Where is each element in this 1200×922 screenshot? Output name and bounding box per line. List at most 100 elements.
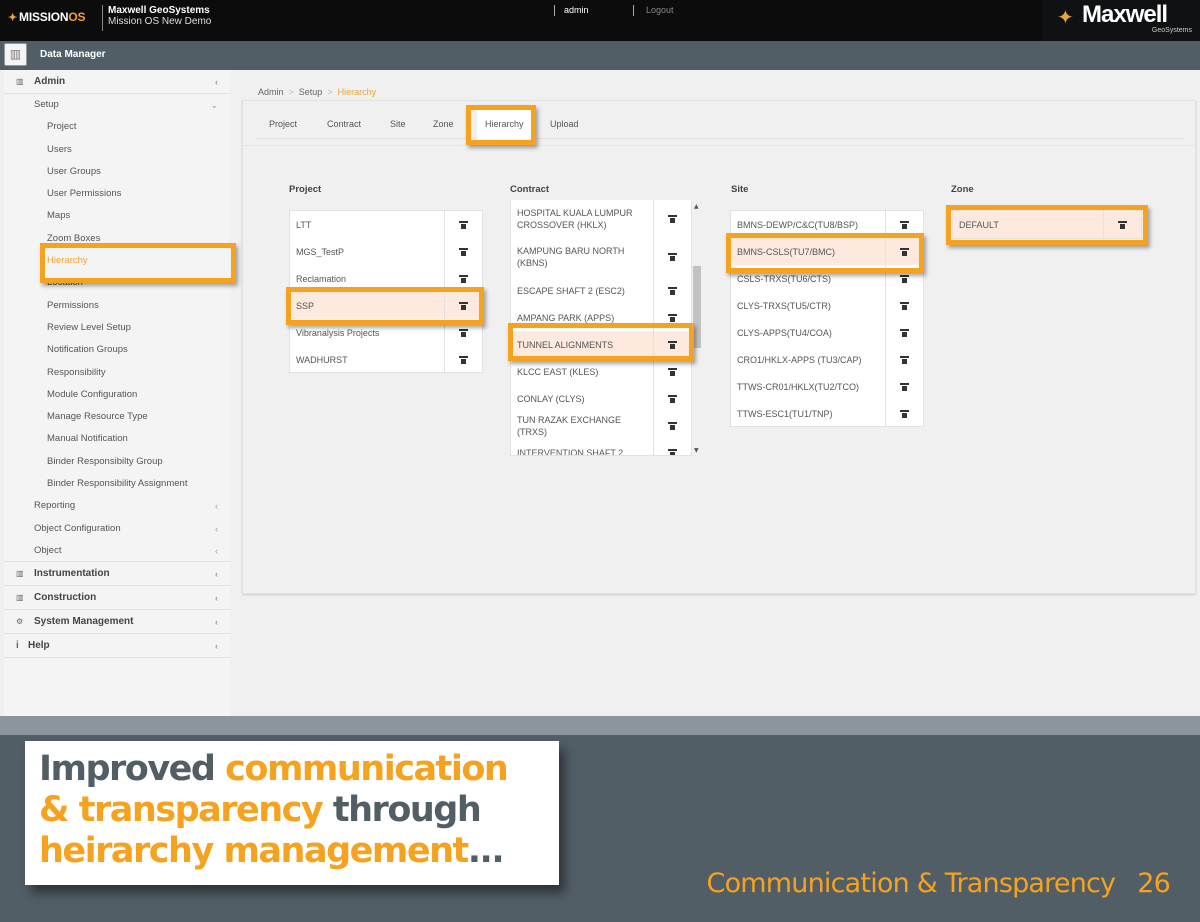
breadcrumb-hierarchy: Hierarchy [337, 87, 377, 97]
scroll-down-icon[interactable]: ▼ [694, 447, 699, 454]
list-item[interactable]: WADHURST [290, 346, 482, 372]
project-column-title: Project [289, 184, 322, 195]
delete-button[interactable] [653, 358, 691, 385]
module-title: Data Manager [40, 49, 106, 60]
sidebar-item-location[interactable]: Location [4, 272, 230, 294]
delete-button[interactable] [885, 265, 923, 292]
delete-button[interactable] [885, 292, 923, 319]
scroll-up-icon[interactable]: ▲ [694, 203, 699, 210]
list-item[interactable]: CRO1/HKLX-APPS (TU3/CAP) [731, 346, 923, 373]
sidebar-item-users[interactable]: Users [4, 139, 230, 161]
tab-hierarchy[interactable]: Hierarchy [477, 109, 532, 139]
scrollbar-thumb[interactable] [693, 266, 701, 348]
sidebar-item-system-management[interactable]: ⚙ System Management ‹ [4, 610, 230, 635]
sidebar-item-help[interactable]: i Help ‹ [4, 634, 230, 659]
tab-project[interactable]: Project [261, 109, 305, 139]
delete-button[interactable] [885, 238, 923, 265]
sidebar-item-binder-responsibility-assignment[interactable]: Binder Responsibility Assignment [4, 473, 230, 495]
sidebar-item-construction[interactable]: ▥ Construction ‹ [4, 586, 230, 611]
missionos-logo[interactable]: ✦ MISSIONOS [8, 10, 85, 24]
bar-chart-icon[interactable]: ▥ [4, 43, 27, 66]
delete-button[interactable] [1103, 211, 1141, 238]
sidebar-item-project[interactable]: Project [4, 116, 230, 138]
sidebar-item-reporting[interactable]: Reporting ‹ [4, 495, 230, 517]
sidebar-item-user-groups[interactable]: User Groups [4, 161, 230, 183]
delete-button[interactable] [653, 331, 691, 358]
list-item[interactable]: MGS_TestP [290, 238, 482, 265]
sidebar-item-user-permissions[interactable]: User Permissions [4, 183, 230, 205]
footer-title: Communication & Transparency [706, 868, 1117, 899]
trash-icon [900, 355, 909, 364]
list-item-selected[interactable]: TUNNEL ALIGNMENTS [511, 331, 691, 358]
delete-button[interactable] [444, 238, 482, 265]
breadcrumb-setup[interactable]: Setup [299, 87, 323, 97]
tab-zone[interactable]: Zone [425, 109, 462, 139]
list-item-selected[interactable]: BMNS-CSLS(TU7/BMC) [731, 238, 923, 265]
tab-upload[interactable]: Upload [542, 109, 587, 139]
list-item[interactable]: CLYS-TRXS(TU5/CTR) [731, 292, 923, 319]
breadcrumb-admin[interactable]: Admin [258, 87, 284, 97]
delete-button[interactable] [885, 211, 923, 238]
list-item[interactable]: CONLAY (CLYS) [511, 385, 691, 412]
list-item[interactable]: TTWS-ESC1(TU1/TNP) [731, 400, 923, 426]
delete-button[interactable] [653, 439, 691, 455]
list-item[interactable]: CSLS-TRXS(TU6/CTS) [731, 265, 923, 292]
sidebar-item-manage-resource-type[interactable]: Manage Resource Type [4, 406, 230, 428]
sidebar-item-setup[interactable]: Setup ⌄ [4, 94, 230, 116]
sidebar-item-module-configuration[interactable]: Module Configuration [4, 384, 230, 406]
sidebar-item-notification-groups[interactable]: Notification Groups [4, 339, 230, 361]
trash-icon [459, 274, 468, 283]
delete-button[interactable] [653, 200, 691, 237]
delete-button[interactable] [653, 385, 691, 412]
delete-button[interactable] [444, 346, 482, 372]
delete-button[interactable] [444, 211, 482, 238]
sidebar-item-instrumentation[interactable]: ▥ Instrumentation ‹ [4, 562, 230, 587]
delete-button[interactable] [653, 412, 691, 439]
delete-button[interactable] [885, 400, 923, 426]
list-item[interactable]: ESCAPE SHAFT 2 (ESC2) [511, 277, 691, 304]
list-item[interactable]: HOSPITAL KUALA LUMPUR CROSSOVER (HKLX) [511, 200, 691, 237]
list-item-selected[interactable]: DEFAULT [953, 211, 1141, 238]
delete-button[interactable] [444, 292, 482, 319]
delete-button[interactable] [885, 319, 923, 346]
list-item[interactable]: LTT [290, 211, 482, 238]
delete-button[interactable] [885, 373, 923, 400]
delete-button[interactable] [653, 304, 691, 331]
trash-icon [459, 328, 468, 337]
zone-list: DEFAULT [952, 210, 1142, 239]
list-item[interactable]: TUN RAZAK EXCHANGE (TRXS) [511, 412, 691, 439]
list-item[interactable]: CLYS-APPS(TU4/COA) [731, 319, 923, 346]
sidebar-item-binder-responsibility-group[interactable]: Binder Responsibilty Group [4, 451, 230, 473]
sidebar-item-responsibility[interactable]: Responsibility [4, 362, 230, 384]
tab-contract[interactable]: Contract [319, 109, 369, 139]
list-item[interactable]: Vibranalysis Projects [290, 319, 482, 346]
logout-link[interactable]: Logout [633, 5, 674, 16]
sidebar-item-zoom-boxes[interactable]: Zoom Boxes [4, 228, 230, 250]
delete-button[interactable] [444, 265, 482, 292]
sidebar-item-object[interactable]: Object ‹ [4, 540, 230, 563]
delete-button[interactable] [653, 277, 691, 304]
list-item[interactable]: BMNS-DEWP/C&C(TU8/BSP) [731, 211, 923, 238]
list-item[interactable]: AMPANG PARK (APPS) [511, 304, 691, 331]
sidebar-item-maps[interactable]: Maps [4, 205, 230, 227]
sidebar-item-hierarchy[interactable]: Hierarchy [4, 250, 230, 272]
sidebar-item-admin[interactable]: ▥ Admin ‹ [4, 70, 230, 94]
user-menu[interactable]: admin [554, 5, 589, 16]
sidebar-item-permissions[interactable]: Permissions [4, 295, 230, 317]
delete-button[interactable] [444, 319, 482, 346]
delete-button[interactable] [885, 346, 923, 373]
list-item[interactable]: KAMPUNG BARU NORTH (KBNS) [511, 237, 691, 277]
tab-site[interactable]: Site [382, 109, 414, 139]
sidebar-item-manual-notification[interactable]: Manual Notification [4, 428, 230, 450]
sidebar-item-object-configuration[interactable]: Object Configuration ‹ [4, 518, 230, 540]
trash-icon [900, 247, 909, 256]
list-item[interactable]: Reclamation [290, 265, 482, 292]
bar-chart-icon: ▥ [16, 77, 24, 86]
list-item-selected[interactable]: SSP [290, 292, 482, 319]
delete-button[interactable] [653, 237, 691, 277]
list-item[interactable]: INTERVENTION SHAFT 2 [511, 439, 691, 455]
list-item[interactable]: KLCC EAST (KLES) [511, 358, 691, 385]
contract-scrollbar[interactable]: ▲ ▼ [692, 200, 704, 456]
list-item[interactable]: TTWS-CR01/HKLX(TU2/TCO) [731, 373, 923, 400]
sidebar-item-review-level-setup[interactable]: Review Level Setup [4, 317, 230, 339]
